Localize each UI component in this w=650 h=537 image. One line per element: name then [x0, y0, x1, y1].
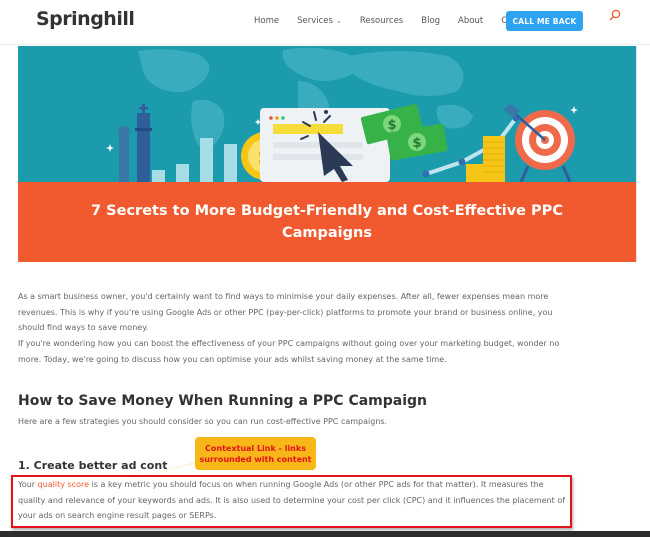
chevron-down-icon: ⌄: [335, 17, 342, 25]
svg-text:$: $: [412, 136, 421, 151]
nav-resources[interactable]: Resources: [360, 16, 403, 26]
hero-illustration: $ $ $: [106, 47, 578, 182]
nav-home[interactable]: Home: [254, 16, 279, 26]
bar-chart-graphic: [152, 138, 237, 182]
target-with-dart: [504, 104, 575, 182]
annotation-callout: Contextual Link - links surrounded with …: [195, 437, 316, 470]
title-banner: 7 Secrets to More Budget-Friendly and Co…: [18, 182, 636, 262]
nav-about[interactable]: About: [458, 16, 483, 26]
article-title: 7 Secrets to More Budget-Friendly and Co…: [91, 203, 563, 241]
logo[interactable]: Springhill: [36, 8, 135, 30]
coin-stacks: [466, 136, 505, 182]
call-me-back-button[interactable]: CALL ME BACK: [506, 11, 583, 31]
subheading: 1. Create better ad cont: [18, 459, 168, 472]
section-intro: Here are a few strategies you should con…: [18, 417, 388, 426]
hero-image: $ $ $: [18, 46, 636, 182]
svg-text:$: $: [387, 118, 396, 133]
search-icon[interactable]: [609, 9, 621, 21]
chess-pieces: [118, 104, 152, 182]
nav-services[interactable]: Services ⌄: [297, 16, 342, 26]
page-edge-divider: [636, 46, 637, 262]
highlight-box: [11, 475, 572, 528]
section-heading: How to Save Money When Running a PPC Cam…: [18, 393, 428, 409]
bottom-bar: [0, 531, 650, 537]
nav-services-label: Services: [297, 16, 333, 26]
site-header: Springhill Home Services ⌄ Resources Blog…: [0, 0, 650, 45]
nav-blog[interactable]: Blog: [421, 16, 440, 26]
intro-paragraph-2: If you're wondering how you can boost th…: [18, 339, 560, 364]
intro-paragraph-1: As a smart business owner, you'd certain…: [18, 292, 553, 332]
